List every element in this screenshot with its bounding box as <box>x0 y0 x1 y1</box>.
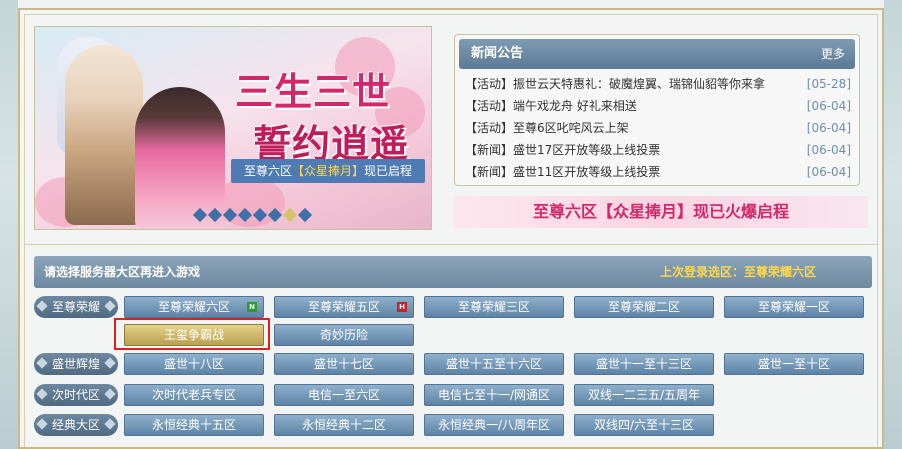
server-button[interactable]: 至尊荣耀五区 H <box>274 296 414 318</box>
category-label: 经典大区 <box>34 414 118 436</box>
slide-indicator-7[interactable] <box>282 207 298 223</box>
slide-indicator-5[interactable] <box>252 207 268 223</box>
ribbon-highlight: 【众星捧月】 <box>291 164 364 178</box>
category-label: 次时代区 <box>34 384 118 406</box>
slide-indicator-1[interactable] <box>192 207 208 223</box>
new-badge-icon: N <box>247 302 257 312</box>
last-login-server: 上次登录选区：至尊荣耀六区 <box>660 256 816 288</box>
news-item-date: [06-04] <box>806 121 851 135</box>
server-name: 至尊荣耀三区 <box>457 300 530 314</box>
news-title: 新闻公告 <box>471 46 524 61</box>
server-button[interactable]: 次时代老兵专区 <box>124 384 264 406</box>
server-name: 盛世一至十区 <box>757 357 830 371</box>
server-name: 盛世十八区 <box>163 357 224 371</box>
server-button[interactable]: 至尊荣耀六区 N <box>124 296 264 318</box>
news-list: 【活动】振世云天特惠礼：破魔煌翼、瑞锦仙貂等你来拿 [05-28] 【活动】端午戏龙… <box>465 73 851 183</box>
news-item[interactable]: 【新闻】盛世17区开放等级上线投票 [06-04] <box>465 139 851 161</box>
news-item-text: 【活动】端午戏龙舟 好礼来相送 <box>465 99 637 113</box>
server-row: 盛世辉煌 盛世十八区 盛世十七区 盛世十五至十六区 盛世十一至十三区 盛世一至十区 <box>34 353 874 375</box>
server-button[interactable]: 双线一二三五/五周年 <box>574 384 714 406</box>
server-button[interactable]: 电信七至十一/网通区 <box>424 384 564 406</box>
selection-highlight <box>114 318 270 350</box>
server-name: 至尊荣耀一区 <box>757 300 830 314</box>
hot-badge-icon: H <box>397 302 407 312</box>
news-item[interactable]: 【活动】振世云天特惠礼：破魔煌翼、瑞锦仙貂等你来拿 [05-28] <box>465 73 851 95</box>
last-login-server-link[interactable]: 至尊荣耀六区 <box>744 265 816 279</box>
news-item-date: [06-04] <box>806 165 851 179</box>
server-button[interactable]: 永恒经典一/八周年区 <box>424 414 564 436</box>
ribbon-suffix: 现已启程 <box>364 164 413 178</box>
server-button[interactable]: 盛世十八区 <box>124 353 264 375</box>
server-button[interactable]: 盛世一至十区 <box>724 353 864 375</box>
news-promo-banner[interactable]: 至尊六区【众星捧月】现已火爆启程 <box>454 196 868 228</box>
server-button[interactable]: 奇妙历险 <box>274 324 414 346</box>
server-select-header: 请选择服务器大区再进入游戏 上次登录选区：至尊荣耀六区 <box>34 256 872 288</box>
server-name: 电信七至十一/网通区 <box>437 388 551 402</box>
news-item-text: 【活动】振世云天特惠礼：破魔煌翼、瑞锦仙貂等你来拿 <box>465 77 766 91</box>
server-button[interactable]: 电信一至六区 <box>274 384 414 406</box>
server-name: 电信一至六区 <box>307 388 380 402</box>
server-name: 永恒经典十二区 <box>301 418 386 432</box>
news-item-text: 【新闻】盛世11区开放等级上线投票 <box>465 165 661 179</box>
news-item-date: [05-28] <box>806 77 851 91</box>
news-panel: 新闻公告 更多 【活动】振世云天特惠礼：破魔煌翼、瑞锦仙貂等你来拿 [05-28]… <box>454 34 860 186</box>
server-button[interactable]: 盛世十七区 <box>274 353 414 375</box>
server-name: 盛世十一至十三区 <box>595 357 692 371</box>
slide-indicator-2[interactable] <box>207 207 223 223</box>
left-decoration <box>0 0 18 449</box>
category-label: 盛世辉煌 <box>34 353 118 375</box>
server-name: 永恒经典一/八周年区 <box>437 418 551 432</box>
server-row: 次时代区 次时代老兵专区 电信一至六区 电信七至十一/网通区 双线一二三五/五周年 <box>34 384 874 406</box>
right-decoration <box>884 0 902 449</box>
server-button[interactable]: 盛世十五至十六区 <box>424 353 564 375</box>
news-item[interactable]: 【活动】端午戏龙舟 好礼来相送 [06-04] <box>465 95 851 117</box>
hero-male-figure <box>65 45 143 225</box>
slide-indicator-4[interactable] <box>237 207 253 223</box>
server-button[interactable]: 盛世十一至十三区 <box>574 353 714 375</box>
section-divider <box>24 244 878 245</box>
slide-indicator-3[interactable] <box>222 207 238 223</box>
server-button[interactable]: 永恒经典十五区 <box>124 414 264 436</box>
server-name: 至尊荣耀六区 <box>157 300 230 314</box>
server-name: 至尊荣耀二区 <box>607 300 680 314</box>
banner-title-line1: 三生三世 <box>235 69 392 114</box>
server-name: 双线一二三五/五周年 <box>587 388 701 402</box>
category-label: 至尊荣耀 <box>34 296 118 318</box>
server-row: 经典大区 永恒经典十五区 永恒经典十二区 永恒经典一/八周年区 双线四/六至十三区 <box>34 414 874 436</box>
server-name: 次时代老兵专区 <box>151 388 236 402</box>
server-button[interactable]: 至尊荣耀二区 <box>574 296 714 318</box>
news-item-text: 【新闻】盛世17区开放等级上线投票 <box>465 143 661 157</box>
server-name: 永恒经典十五区 <box>151 418 236 432</box>
last-login-label: 上次登录选区： <box>659 265 744 279</box>
server-name: 盛世十七区 <box>313 357 374 371</box>
server-name: 盛世十五至十六区 <box>445 357 542 371</box>
server-name: 双线四/六至十三区 <box>593 418 695 432</box>
slide-indicator-8[interactable] <box>297 207 313 223</box>
banner-ribbon: 至尊六区【众星捧月】现已启程 <box>231 159 425 183</box>
server-name: 至尊荣耀五区 <box>307 300 380 314</box>
server-button[interactable]: 至尊荣耀一区 <box>724 296 864 318</box>
server-name: 奇妙历险 <box>319 328 368 342</box>
server-row: 至尊荣耀 至尊荣耀六区 N 至尊荣耀五区 H 至尊荣耀三区 至尊荣耀二区 至尊荣耀一区 <box>34 296 874 318</box>
hero-female-figure <box>135 87 225 229</box>
server-button[interactable]: 至尊荣耀三区 <box>424 296 564 318</box>
slide-indicator-6[interactable] <box>267 207 283 223</box>
server-button[interactable]: 永恒经典十二区 <box>274 414 414 436</box>
news-header: 新闻公告 更多 <box>459 39 855 69</box>
slide-indicators <box>192 207 313 223</box>
news-item-date: [06-04] <box>806 99 851 113</box>
news-more-link[interactable]: 更多 <box>821 39 845 69</box>
ribbon-prefix: 至尊六区 <box>243 164 292 178</box>
news-item-text: 【活动】至尊6区叱咤风云上架 <box>465 121 629 135</box>
promo-banner[interactable]: 三生三世 誓约逍遥 至尊六区【众星捧月】现已启程 <box>34 26 432 230</box>
news-item-date: [06-04] <box>806 143 851 157</box>
server-select-hint: 请选择服务器大区再进入游戏 <box>44 265 201 279</box>
news-item[interactable]: 【新闻】盛世11区开放等级上线投票 [06-04] <box>465 161 851 183</box>
server-button[interactable]: 双线四/六至十三区 <box>574 414 714 436</box>
news-item[interactable]: 【活动】至尊6区叱咤风云上架 [06-04] <box>465 117 851 139</box>
